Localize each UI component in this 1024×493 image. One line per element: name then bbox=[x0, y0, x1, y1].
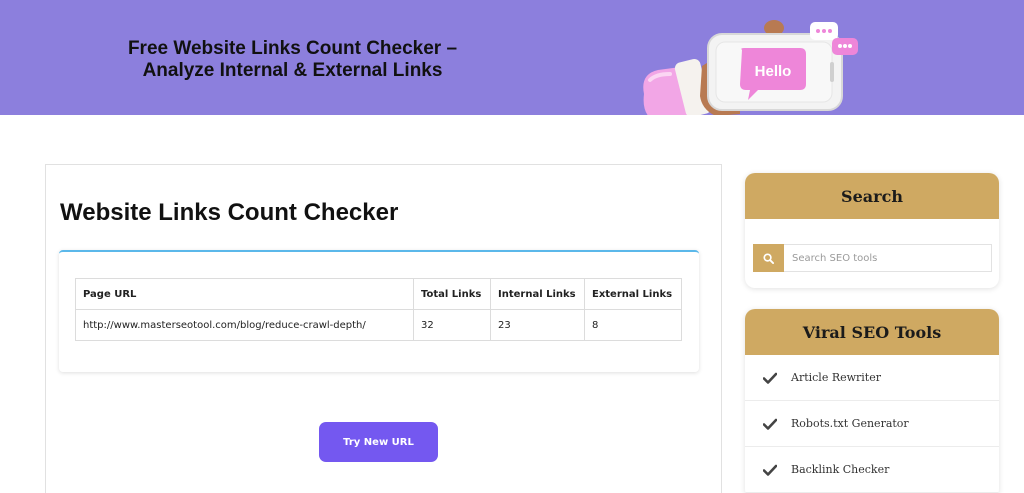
tool-item-label: Article Rewriter bbox=[791, 371, 881, 384]
table-header-row: Page URL Total Links Internal Links Exte… bbox=[75, 278, 682, 310]
chat-dot bbox=[828, 29, 832, 33]
table-row: http://www.masterseotool.com/blog/reduce… bbox=[75, 309, 682, 341]
cell-external-links: 8 bbox=[584, 309, 682, 341]
tool-item-article-rewriter[interactable]: Article Rewriter bbox=[745, 355, 999, 401]
chat-dot bbox=[838, 44, 842, 48]
page-title: Website Links Count Checker bbox=[60, 199, 399, 226]
links-results-table: Page URL Total Links Internal Links Exte… bbox=[75, 278, 682, 341]
check-icon bbox=[763, 372, 777, 384]
hero-title-line-2: Analyze Internal & External Links bbox=[142, 60, 443, 81]
header-internal-links: Internal Links bbox=[490, 278, 585, 310]
search-icon bbox=[763, 252, 774, 264]
hello-phone-illustration: Hello bbox=[643, 20, 858, 115]
check-icon bbox=[763, 418, 777, 430]
chat-dot bbox=[816, 29, 820, 33]
search-bar bbox=[753, 244, 992, 272]
links-checker-card: Website Links Count Checker Page URL Tot… bbox=[45, 164, 722, 493]
cell-internal-links: 23 bbox=[490, 309, 585, 341]
chat-dot bbox=[822, 29, 826, 33]
hero-title: Free Website Links Count Checker – Analy… bbox=[70, 38, 515, 82]
results-panel: Page URL Total Links Internal Links Exte… bbox=[59, 250, 699, 372]
search-widget: Search bbox=[745, 173, 999, 288]
search-input[interactable] bbox=[784, 244, 992, 272]
header-external-links: External Links bbox=[584, 278, 682, 310]
viral-seo-tools-widget: Viral SEO Tools Article Rewriter Robots.… bbox=[745, 309, 999, 493]
cell-total-links: 32 bbox=[413, 309, 491, 341]
tool-item-robots-txt-generator[interactable]: Robots.txt Generator bbox=[745, 401, 999, 447]
hero-title-line-1: Free Website Links Count Checker – bbox=[127, 38, 458, 59]
hero-banner: Free Website Links Count Checker – Analy… bbox=[0, 0, 1024, 115]
phone-notch bbox=[830, 62, 834, 82]
tool-item-backlink-checker[interactable]: Backlink Checker bbox=[745, 447, 999, 493]
chat-dot bbox=[843, 44, 847, 48]
header-total-links: Total Links bbox=[413, 278, 491, 310]
tool-item-label: Robots.txt Generator bbox=[791, 417, 909, 430]
tools-widget-title: Viral SEO Tools bbox=[745, 309, 999, 355]
try-new-url-button[interactable]: Try New URL bbox=[319, 422, 438, 462]
header-page-url: Page URL bbox=[75, 278, 414, 310]
hello-text: Hello bbox=[755, 63, 792, 80]
chat-dot bbox=[848, 44, 852, 48]
cell-page-url: http://www.masterseotool.com/blog/reduce… bbox=[75, 309, 414, 341]
search-widget-title: Search bbox=[745, 173, 999, 219]
search-button[interactable] bbox=[753, 244, 784, 272]
tool-item-label: Backlink Checker bbox=[791, 463, 890, 476]
tool-list: Article Rewriter Robots.txt Generator Ba… bbox=[745, 355, 999, 493]
check-icon bbox=[763, 464, 777, 476]
